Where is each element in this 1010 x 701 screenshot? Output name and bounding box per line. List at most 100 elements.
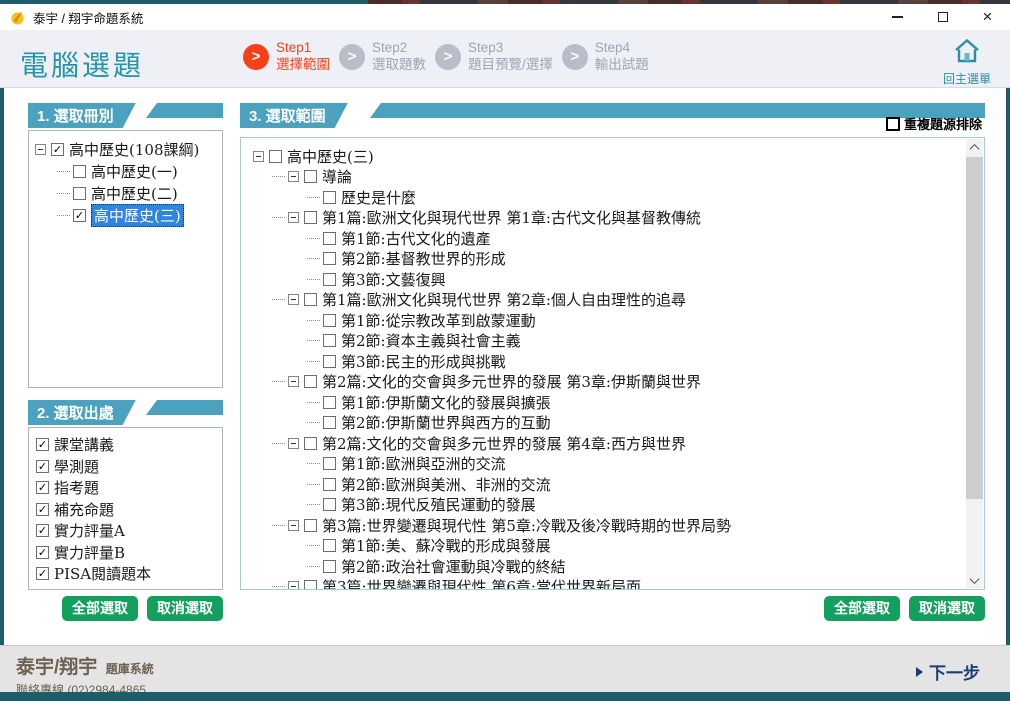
expander-icon[interactable]	[35, 143, 46, 155]
source-option[interactable]: ✓ 補充命題	[36, 499, 220, 521]
checkbox[interactable]	[73, 186, 86, 200]
expander-icon[interactable]	[288, 581, 299, 589]
source-checkbox[interactable]: ✓	[36, 567, 49, 581]
source-checkbox[interactable]: ✓	[36, 524, 49, 538]
checkbox[interactable]	[323, 190, 336, 204]
step-item-4[interactable]: > Step4 輸出試題	[561, 40, 649, 74]
tree-item-label[interactable]: 高中歷史(二)	[91, 183, 178, 204]
scrollbar[interactable]	[966, 139, 983, 588]
tree-item-label[interactable]: 第2節:基督教世界的形成	[341, 248, 506, 269]
expander-icon[interactable]	[288, 437, 299, 449]
checkbox[interactable]: ✓	[51, 142, 64, 156]
source-checkbox[interactable]: ✓	[36, 545, 49, 559]
checkbox[interactable]: ✓	[73, 208, 86, 222]
tree-row[interactable]: 第3篇:世界變遷與現代性 第6章:當代世界新局面	[249, 576, 959, 589]
tree-item-label[interactable]: 導論	[322, 166, 352, 187]
checkbox[interactable]	[323, 231, 336, 245]
tree-item-label[interactable]: 第3節:文藝復興	[341, 269, 446, 290]
expander-icon[interactable]	[288, 519, 299, 531]
tree-item-label[interactable]: 第2節:政治社會運動與冷戰的終結	[341, 556, 566, 577]
tree-item-label[interactable]: 第2篇:文化的交會與多元世界的發展 第3章:伊斯蘭與世界	[322, 371, 701, 392]
step-item-3[interactable]: > Step3 題目預覽/選擇	[435, 40, 553, 74]
tree-row[interactable]: 歷史是什麼	[249, 187, 959, 208]
scroll-down-icon[interactable]	[966, 572, 983, 588]
tree-item-label[interactable]: 第1節:從宗教改革到啟蒙運動	[341, 310, 536, 331]
tree-row[interactable]: 第2節:歐洲與美洲、非洲的交流	[249, 474, 959, 495]
tree-item-label[interactable]: 第1篇:歐洲文化與現代世界 第1章:古代文化與基督教傳統	[322, 207, 701, 228]
tree-item-label[interactable]: 第2節:資本主義與社會主義	[341, 330, 521, 351]
checkbox[interactable]	[73, 164, 86, 178]
checkbox[interactable]	[304, 375, 317, 389]
scrollbar-thumb[interactable]	[966, 157, 983, 499]
checkbox[interactable]	[304, 436, 317, 450]
expander-icon[interactable]	[288, 171, 299, 183]
tree-item-label[interactable]: 高中歷史(三)	[287, 146, 374, 167]
tree-row[interactable]: 第1節:美、蘇冷戰的形成與發展	[249, 536, 959, 557]
dedupe-checkbox[interactable]	[885, 116, 900, 131]
home-button[interactable]: 回主選單	[940, 38, 994, 87]
maximize-button[interactable]	[920, 4, 965, 30]
source-option[interactable]: ✓ 實力評量B	[36, 542, 220, 564]
tree-row[interactable]: 第2節:資本主義與社會主義	[249, 331, 959, 352]
checkbox[interactable]	[323, 559, 336, 573]
source-checkbox[interactable]: ✓	[36, 438, 49, 452]
tree-item-label[interactable]: 高中歷史(三)	[91, 203, 184, 227]
tree-row[interactable]: 第1篇:歐洲文化與現代世界 第2章:個人自由理性的追尋	[249, 290, 959, 311]
tree-row[interactable]: 第3節:現代反殖民運動的發展	[249, 495, 959, 516]
tree-item-label[interactable]: 第1節:伊斯蘭文化的發展與擴張	[341, 392, 551, 413]
source-checkbox[interactable]: ✓	[36, 481, 49, 495]
source-option[interactable]: ✓ 課堂講義	[36, 434, 220, 456]
expander-icon[interactable]	[253, 150, 264, 162]
tree-item-label[interactable]: 第2節:歐洲與美洲、非洲的交流	[341, 474, 551, 495]
step-item-1[interactable]: > Step1 選擇範圍	[243, 40, 330, 74]
checkbox[interactable]	[323, 272, 336, 286]
tree-item-label[interactable]: 第1節:歐洲與亞洲的交流	[341, 453, 506, 474]
checkbox[interactable]	[323, 252, 336, 266]
checkbox[interactable]	[323, 498, 336, 512]
expander-icon[interactable]	[288, 294, 299, 306]
dedupe-option[interactable]: 重複題源排除	[885, 114, 982, 133]
tree-row[interactable]: 第3篇:世界變遷與現代性 第5章:冷戰及後冷戰時期的世界局勢	[249, 515, 959, 536]
checkbox[interactable]	[269, 149, 282, 163]
minimize-button[interactable]	[875, 4, 920, 30]
tree-row[interactable]: 第2節:政治社會運動與冷戰的終結	[249, 556, 959, 577]
tree-row[interactable]: ✓ 高中歷史(108課綱)	[35, 138, 220, 160]
scroll-up-icon[interactable]	[966, 139, 983, 155]
source-option[interactable]: ✓ PISA閱讀題本	[36, 563, 220, 585]
checkbox[interactable]	[323, 354, 336, 368]
checkbox[interactable]	[304, 293, 317, 307]
scrollbar-track[interactable]	[966, 155, 983, 572]
checkbox[interactable]	[304, 580, 317, 589]
tree-row[interactable]: 第1篇:歐洲文化與現代世界 第1章:古代文化與基督教傳統	[249, 208, 959, 229]
tree-row[interactable]: 第2篇:文化的交會與多元世界的發展 第4章:西方與世界	[249, 433, 959, 454]
tree-row[interactable]: 導論	[249, 167, 959, 188]
tree-row[interactable]: 第3節:民主的形成與挑戰	[249, 351, 959, 372]
tree-row[interactable]: 第1節:從宗教改革到啟蒙運動	[249, 310, 959, 331]
tree-item-label[interactable]: 第3節:現代反殖民運動的發展	[341, 494, 536, 515]
checkbox[interactable]	[323, 539, 336, 553]
tree-row[interactable]: 第1節:古代文化的遺產	[249, 228, 959, 249]
checkbox[interactable]	[304, 211, 317, 225]
tree-item-label[interactable]: 高中歷史(108課綱)	[69, 139, 199, 160]
tree-item-label[interactable]: 高中歷史(一)	[91, 161, 178, 182]
tree-row[interactable]: 第1節:歐洲與亞洲的交流	[249, 454, 959, 475]
source-checkbox[interactable]: ✓	[36, 459, 49, 473]
expander-icon[interactable]	[288, 212, 299, 224]
checkbox[interactable]	[323, 416, 336, 430]
checkbox[interactable]	[323, 313, 336, 327]
tree-item-label[interactable]: 第1節:古代文化的遺產	[341, 228, 491, 249]
tree-row[interactable]: ✓ 高中歷史(三)	[35, 203, 220, 227]
next-step-button[interactable]: 下一步	[916, 659, 980, 684]
tree-item-label[interactable]: 歷史是什麼	[341, 187, 416, 208]
tree-item-label[interactable]: 第3節:民主的形成與挑戰	[341, 351, 506, 372]
tree-item-label[interactable]: 第2篇:文化的交會與多元世界的發展 第4章:西方與世界	[322, 433, 686, 454]
tree-item-label[interactable]: 第2節:伊斯蘭世界與西方的互動	[341, 412, 551, 433]
tree-item-label[interactable]: 第1篇:歐洲文化與現代世界 第2章:個人自由理性的追尋	[322, 289, 686, 310]
close-button[interactable]: ×	[965, 4, 1010, 30]
volume-deselect-button[interactable]: 取消選取	[147, 596, 223, 621]
source-option[interactable]: ✓ 實力評量A	[36, 520, 220, 542]
tree-row[interactable]: 高中歷史(三)	[249, 146, 959, 167]
tree-item-label[interactable]: 第1節:美、蘇冷戰的形成與發展	[341, 535, 551, 556]
checkbox[interactable]	[304, 518, 317, 532]
tree-item-label[interactable]: 第3篇:世界變遷與現代性 第6章:當代世界新局面	[322, 576, 641, 589]
